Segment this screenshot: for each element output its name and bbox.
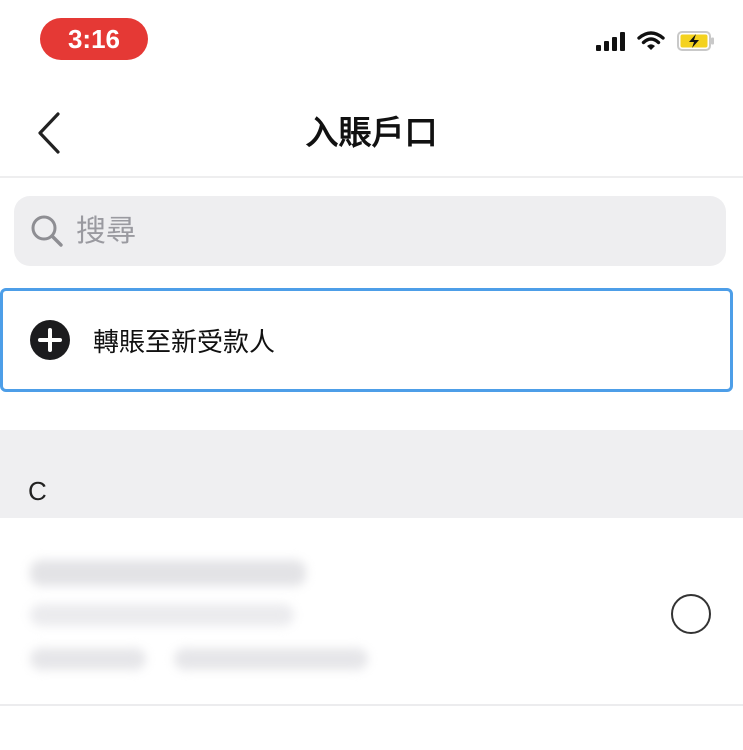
new-payee-label: 轉賬至新受款人 [93, 327, 276, 358]
search-icon [31, 215, 63, 247]
new-payee-button[interactable]: 轉賬至新受款人 [0, 288, 733, 392]
redacted-payee-account [30, 648, 146, 670]
section-letter: C [28, 476, 47, 506]
search-bar[interactable] [14, 196, 726, 266]
divider [0, 704, 743, 706]
screen: 3:16 入賬戶口 搜尋 轉賬至新受款人 C [0, 0, 743, 750]
payee-row[interactable] [0, 520, 743, 704]
redacted-payee-bank [30, 604, 294, 626]
redacted-payee-name [30, 560, 306, 586]
wifi-icon [637, 31, 665, 50]
status-time: 3:16 [40, 18, 148, 60]
plus-circle-icon [30, 320, 70, 360]
redacted-payee-account-number [174, 648, 368, 670]
search-input[interactable] [74, 212, 678, 250]
page-title: 入賬戶口 [305, 113, 438, 152]
status-icons [596, 30, 715, 52]
battery-charging-icon [677, 31, 714, 51]
payee-radio-button[interactable] [671, 594, 711, 634]
cellular-signal-icon [596, 31, 625, 51]
navigation-bar: 入賬戶口 [0, 90, 743, 178]
section-header: C [0, 430, 743, 518]
